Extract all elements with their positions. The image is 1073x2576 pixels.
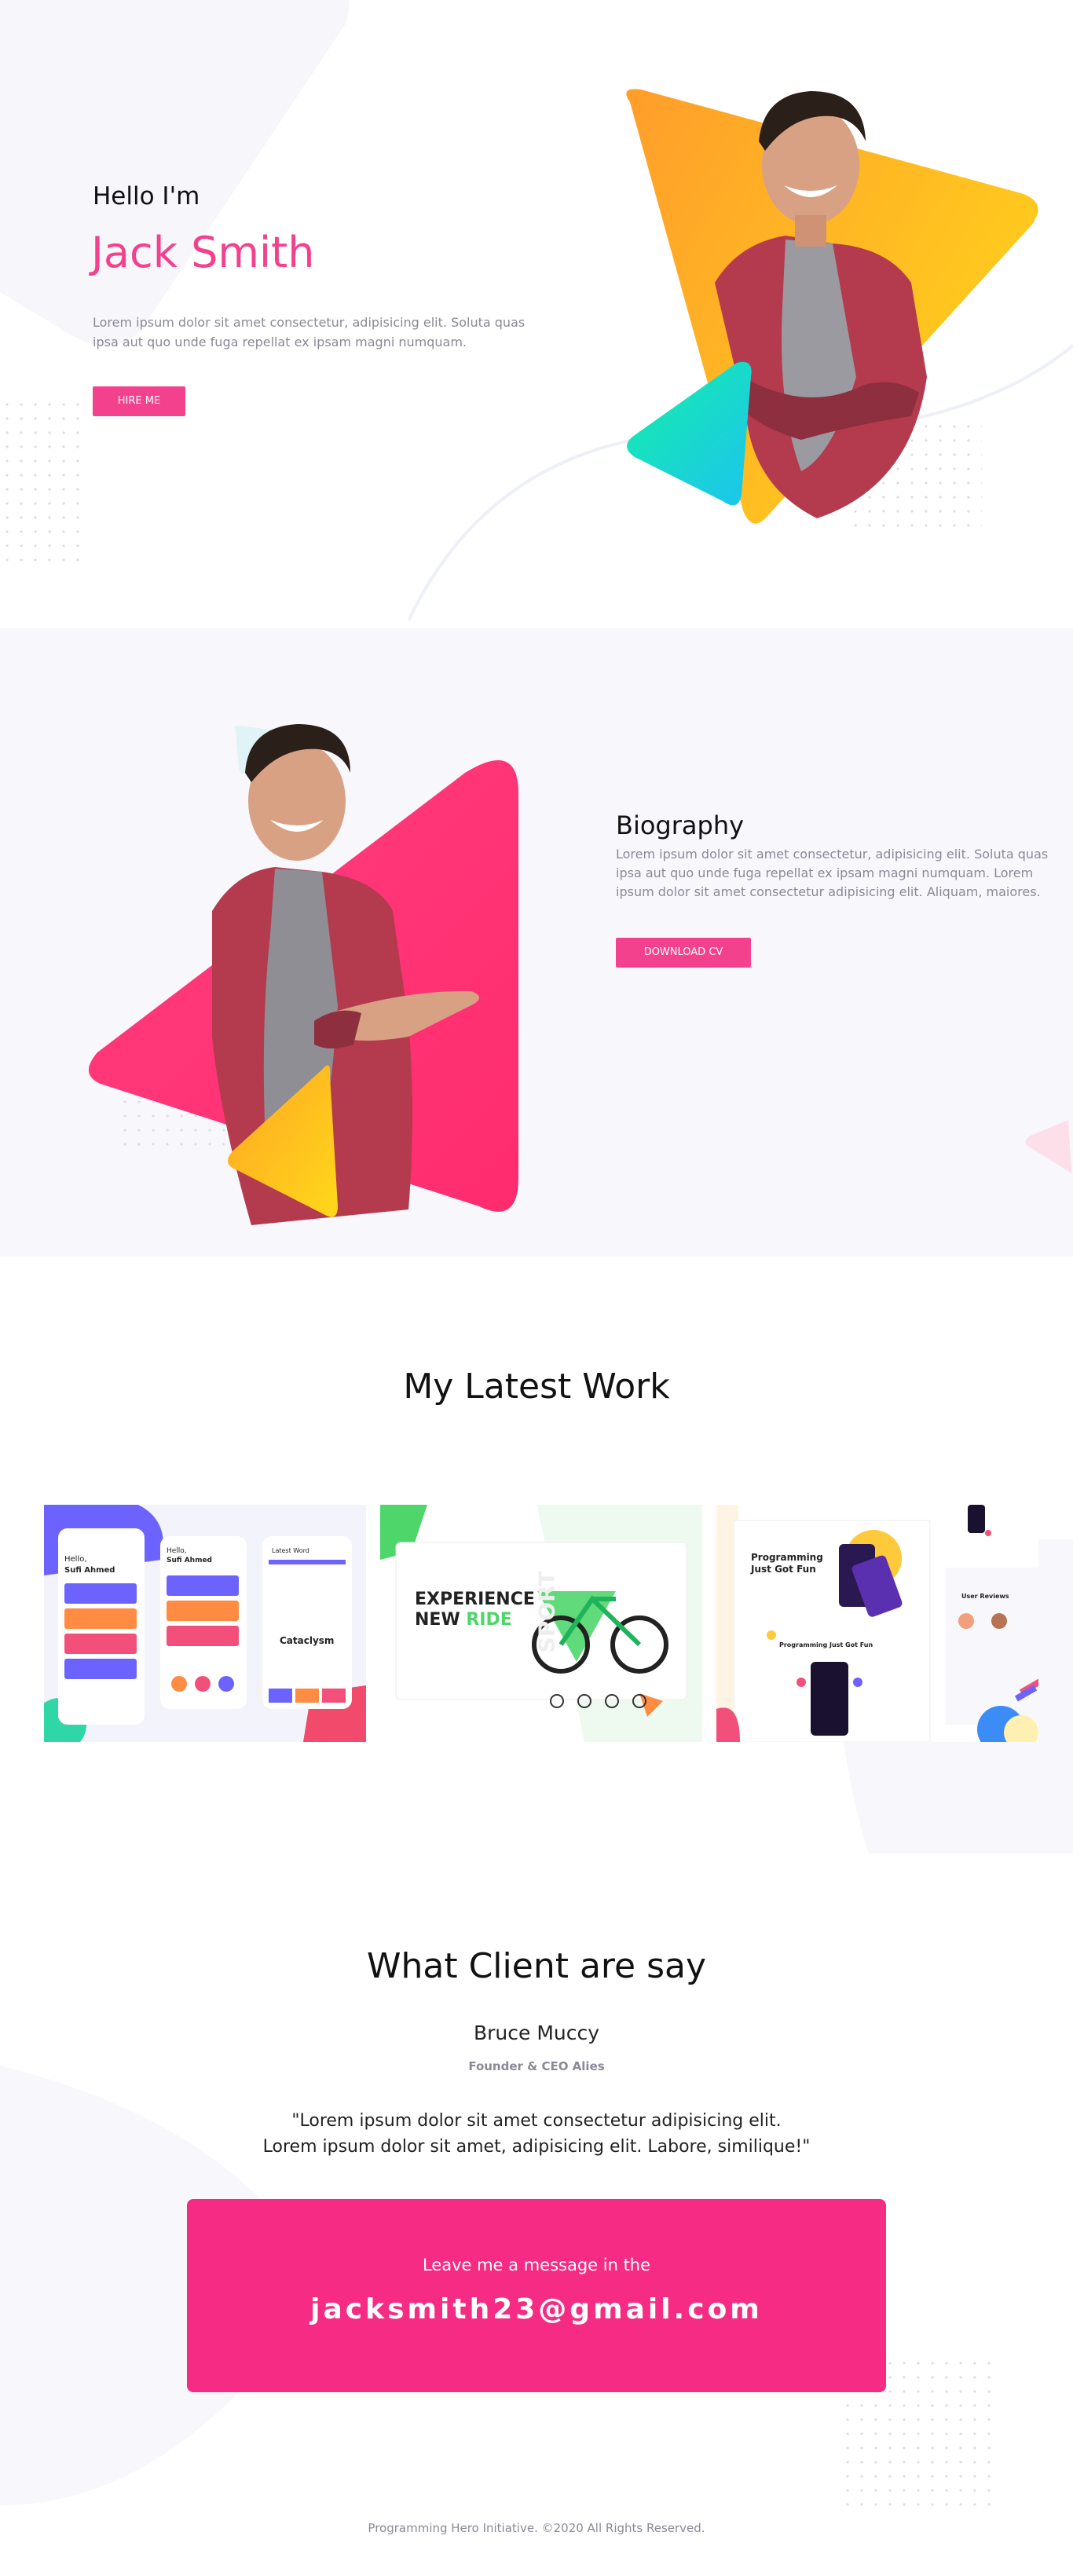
app-screen-user: Sufi Ahmed <box>64 1566 115 1575</box>
work-item-mobile-app[interactable]: Hello, Sufi Ahmed Hello, Sufi Ahmed Late… <box>44 1505 366 1742</box>
web-app-panel-title: User Reviews <box>961 1593 1009 1600</box>
client-quote: "Lorem ipsum dolor sit amet consectetur … <box>0 2108 1073 2160</box>
client-quote-line: "Lorem ipsum dolor sit amet consectetur … <box>291 2111 782 2131</box>
web-app-headline: Programming Just Got Fun <box>751 1552 823 1575</box>
client-name: Bruce Muccy <box>473 2022 600 2044</box>
biography-portrait-illustration <box>88 724 518 1225</box>
bike-headline-1: EXPERIENCE <box>415 1590 535 1609</box>
contact-box: Leave me a message in the jacksmith23@gm… <box>187 2199 886 2392</box>
bike-headline-new: NEW <box>415 1610 460 1630</box>
clients-title: What Client are say <box>366 1946 707 1986</box>
work-title: My Latest Work <box>403 1367 670 1407</box>
decorative-triangle <box>1025 1120 1071 1173</box>
hire-me-button[interactable]: HIRE ME <box>93 386 185 416</box>
biography-section: Biography Lorem ipsum dolor sit amet con… <box>0 628 1073 1257</box>
work-item-web-app[interactable]: Programming Just Got Fun Programming Jus… <box>716 1505 1038 1742</box>
hero-portrait-illustration <box>626 89 1038 524</box>
hero-background-shape <box>0 0 350 346</box>
download-cv-button[interactable]: DOWNLOAD CV <box>616 938 751 968</box>
bike-side-word: SPORT <box>533 1571 560 1653</box>
app-screen-word: Cataclysm <box>280 1635 335 1646</box>
client-quote-line: Lorem ipsum dolor sit amet, adipisicing … <box>262 2137 811 2157</box>
app-screen-greeting: Hello, <box>167 1547 187 1555</box>
bike-headline-2: NEW RIDE <box>415 1610 512 1630</box>
dots-pattern <box>0 397 86 562</box>
hero-description: Lorem ipsum dolor sit amet consectetur, … <box>93 315 526 349</box>
biography-title: Biography <box>616 810 745 840</box>
contact-lead-text: Leave me a message in the <box>422 2256 651 2274</box>
hero-section: Hello I'm Jack Smith Lorem ipsum dolor s… <box>0 0 1073 628</box>
mobile-app-preview <box>44 1505 366 1742</box>
app-screen-greeting: Hello, <box>64 1555 87 1564</box>
latest-work-section: My Latest Work Hello, Sufi Ahmed Hello, … <box>0 1257 1073 1853</box>
clients-section: What Client are say Bruce Muccy Founder … <box>0 1853 1073 2576</box>
bike-headline-ride: RIDE <box>466 1610 512 1630</box>
app-screen-user: Sufi Ahmed <box>167 1557 212 1564</box>
hero-greeting: Hello I'm <box>93 182 200 210</box>
app-screen-heading: Latest Word <box>272 1547 309 1554</box>
hero-name: Jack Smith <box>91 228 315 277</box>
biography-text: Lorem ipsum dolor sit amet consectetur, … <box>616 847 1049 899</box>
web-app-subheading: Programming Just Got Fun <box>779 1641 873 1648</box>
web-app-preview <box>716 1505 1038 1742</box>
work-item-bike-landing[interactable]: EXPERIENCE NEW RIDE SPORT <box>380 1505 702 1742</box>
contact-email-link[interactable]: jacksmith23@gmail.com <box>187 2293 886 2325</box>
client-role: Founder & CEO Alies <box>468 2059 605 2073</box>
footer-copyright: Programming Hero Initiative. ©2020 All R… <box>368 2521 705 2535</box>
